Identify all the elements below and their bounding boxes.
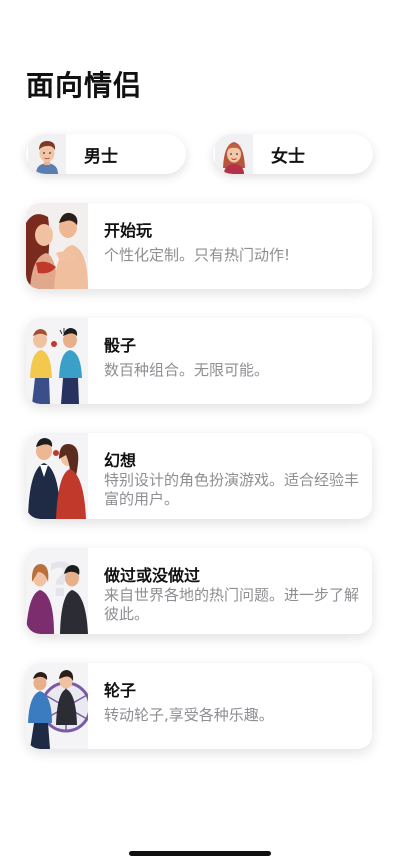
- game-title: 幻想: [104, 451, 137, 470]
- game-title: 骰子: [104, 336, 137, 355]
- game-description: 转动轮子,享受各种乐趣。: [104, 706, 274, 724]
- game-title: 轮子: [104, 681, 137, 700]
- couple-embrace-illustration: [26, 203, 88, 289]
- game-title: 开始玩: [104, 221, 153, 240]
- man-avatar-icon: [28, 134, 66, 174]
- game-card-have-you-ever[interactable]: ? 做过或没做过 来自世界各地的热门问题。进一步了解彼此。: [26, 548, 372, 634]
- game-description: 个性化定制。只有热门动作!: [104, 246, 291, 264]
- couple-question-illustration: ?: [26, 548, 88, 634]
- gender-option-female[interactable]: 女士: [213, 134, 373, 174]
- game-description: 数百种组合。无限可能。: [104, 361, 270, 379]
- game-title: 做过或没做过: [104, 566, 201, 585]
- game-description: 特别设计的角色扮演游戏。适合经验丰富的用户。: [104, 471, 360, 508]
- gender-label-male: 男士: [84, 146, 118, 167]
- couple-wheel-illustration: [26, 663, 88, 749]
- gender-label-female: 女士: [271, 146, 305, 167]
- game-card-wheel[interactable]: 轮子 转动轮子,享受各种乐趣。: [26, 663, 372, 749]
- gender-option-male[interactable]: 男士: [26, 134, 186, 174]
- couple-dice-illustration: [26, 318, 88, 404]
- game-card-fantasy[interactable]: 幻想 特别设计的角色扮演游戏。适合经验丰富的用户。: [26, 433, 372, 519]
- home-indicator[interactable]: [129, 851, 271, 856]
- couple-fantasy-illustration: [26, 433, 88, 519]
- page-title: 面向情侣: [26, 69, 143, 102]
- game-description: 来自世界各地的热门问题。进一步了解彼此。: [104, 586, 360, 623]
- game-card-start-play[interactable]: 开始玩 个性化定制。只有热门动作!: [26, 203, 372, 289]
- woman-avatar-icon: [215, 134, 253, 174]
- game-card-dice[interactable]: 骰子 数百种组合。无限可能。: [26, 318, 372, 404]
